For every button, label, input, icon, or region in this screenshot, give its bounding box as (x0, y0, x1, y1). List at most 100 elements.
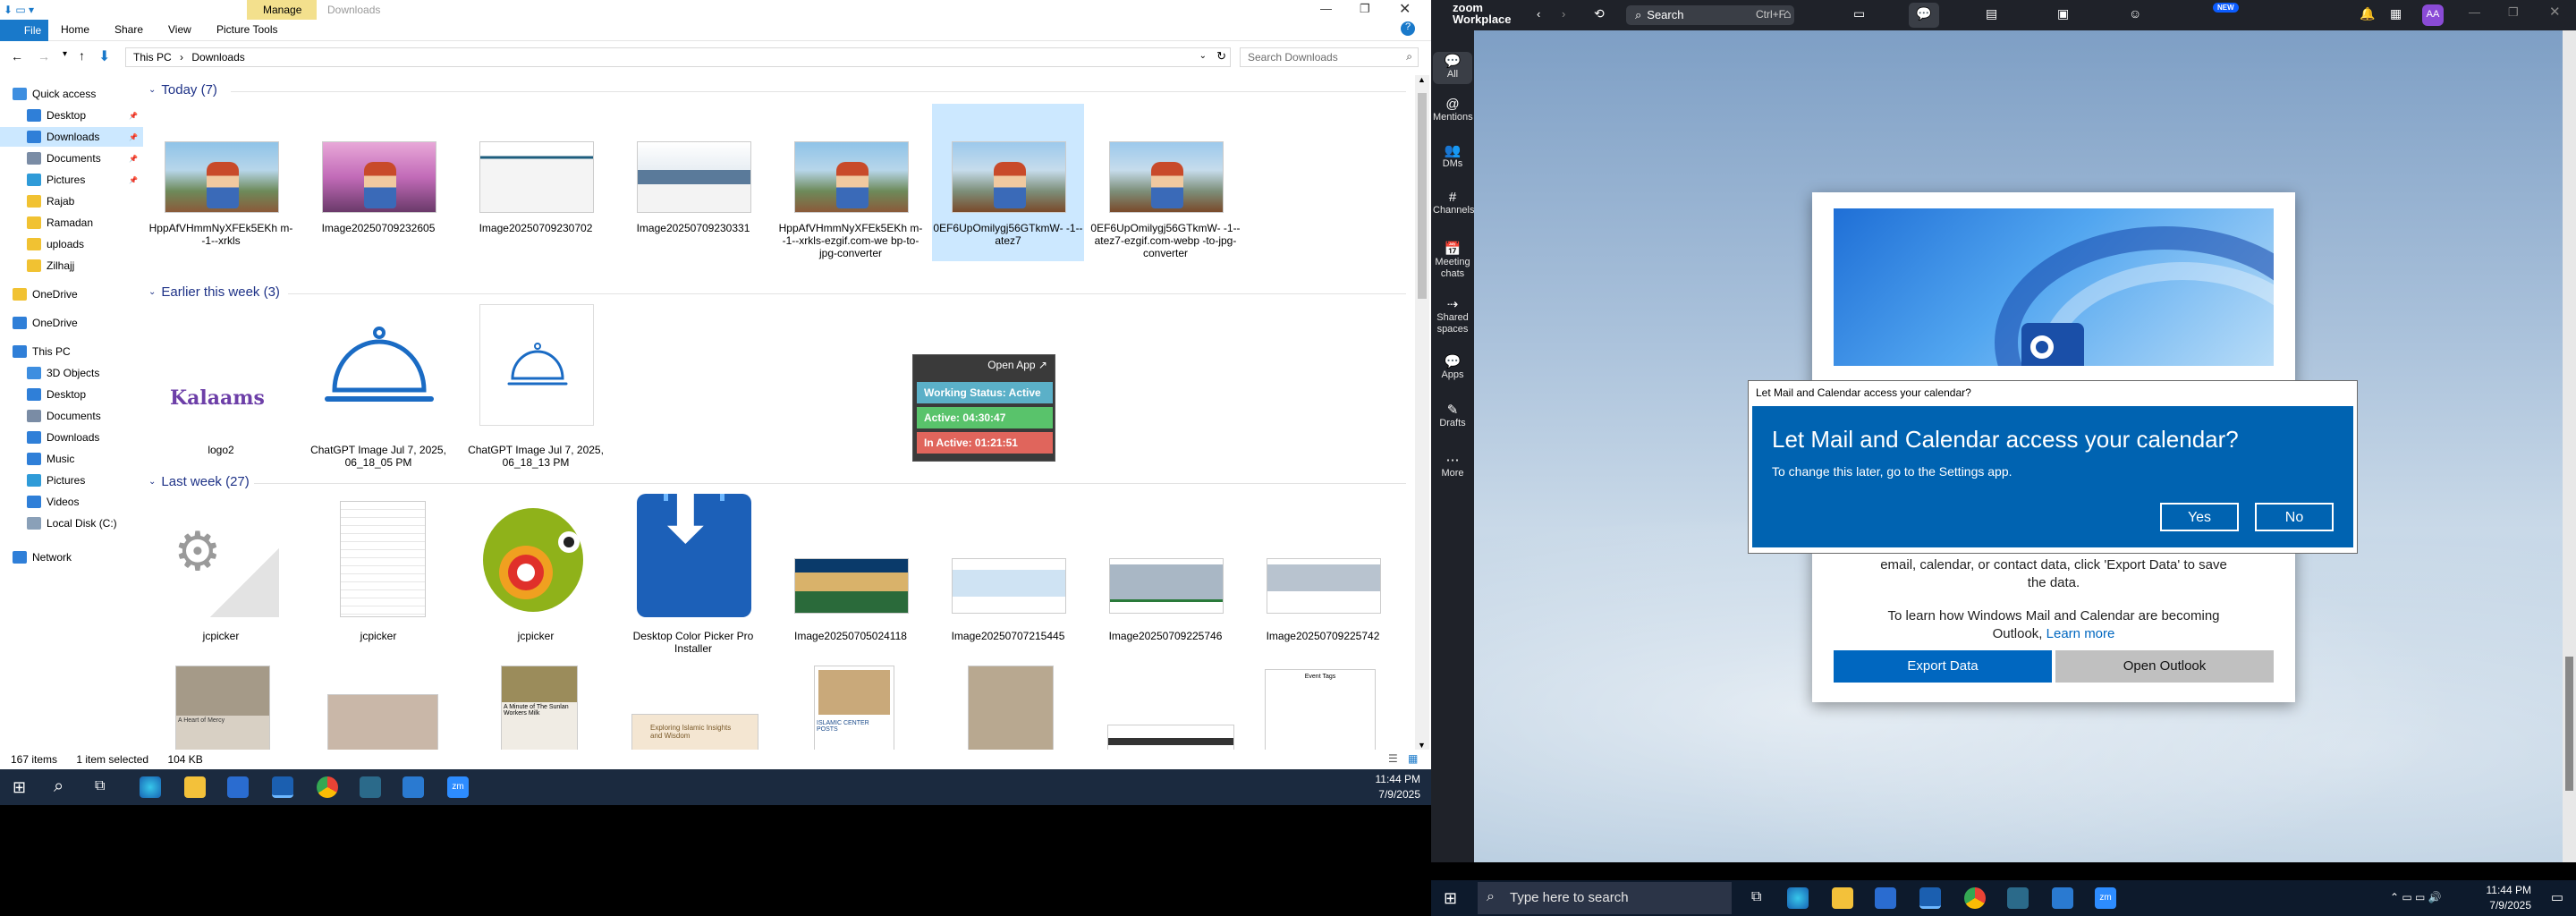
nav-item[interactable]: Documents (0, 406, 143, 426)
close-icon[interactable]: ✕ (2549, 4, 2561, 20)
history-icon[interactable]: ⟲ (1594, 6, 1605, 21)
up-arrow-icon[interactable]: ↑ (79, 48, 85, 63)
address-bar[interactable]: This PC › Downloads ⌄ ↻ (125, 47, 1231, 67)
file-item[interactable]: ⚙ jcpicker (145, 494, 297, 655)
minimize-icon[interactable]: — (1320, 2, 1332, 15)
zoom-icon[interactable]: zm (447, 776, 469, 798)
partial-thumbnail[interactable] (968, 666, 1054, 750)
partial-thumbnail[interactable] (327, 694, 438, 750)
scroll-up-icon[interactable]: ▲ (1418, 75, 1426, 84)
nav-item[interactable]: Music (0, 449, 143, 469)
file-item[interactable]: HppAfVHmmNyXFEk5EKh m--1--xrkls-ezgif.co… (775, 104, 927, 261)
recent-locations-icon[interactable]: ▾ (63, 49, 67, 59)
back-arrow-icon[interactable]: ‹ (1537, 7, 1540, 21)
search-input[interactable]: Search Downloads ⌕ (1240, 47, 1419, 67)
nav-item[interactable]: Downloads 📌 (0, 127, 143, 147)
file-tab[interactable]: File (0, 20, 48, 41)
partial-thumbnail[interactable]: A Heart of Mercy (175, 666, 270, 750)
zoom-sidebar-item[interactable]: ⇢ Shared spaces (1433, 298, 1472, 335)
windows-start-icon[interactable]: ⊞ (13, 778, 26, 797)
clock[interactable]: 11:44 PM 7/9/2025 (1376, 772, 1420, 802)
calendar-icon[interactable]: ▦ (2390, 6, 2402, 21)
pin-icon[interactable]: 📌 (129, 155, 138, 163)
refresh-icon[interactable]: ↻ (1216, 49, 1226, 64)
mail-icon[interactable] (272, 776, 293, 798)
file-item[interactable]: Image20250709225746 (1089, 494, 1241, 655)
file-item[interactable]: Image20250709230702 (460, 104, 612, 261)
zoom-scrollbar[interactable] (2563, 30, 2576, 862)
scrollbar-thumb[interactable] (2565, 657, 2573, 791)
scroll-down-icon[interactable]: ▼ (1418, 741, 1426, 750)
edge-icon[interactable] (140, 776, 161, 798)
edge-icon[interactable] (1787, 887, 1809, 909)
forward-arrow-icon[interactable]: → (38, 49, 50, 64)
help-icon[interactable]: ? (1401, 21, 1415, 36)
nav-item[interactable]: Pictures (0, 471, 143, 490)
view-tab[interactable]: View (168, 23, 191, 36)
notifications-icon[interactable]: 🔔 (2360, 6, 2375, 21)
file-item[interactable]: Image20250707215445 (932, 494, 1084, 655)
app-icon[interactable] (2007, 887, 2029, 909)
nav-item[interactable]: OneDrive (0, 284, 143, 304)
scrollbar-thumb[interactable] (1418, 93, 1427, 299)
contacts-icon[interactable]: ☺ (2129, 6, 2141, 21)
nav-item[interactable]: Pictures 📌 (0, 170, 143, 190)
store-icon[interactable] (227, 776, 249, 798)
crumb-downloads[interactable]: Downloads (191, 51, 244, 64)
open-app-link[interactable]: Open App ↗ (913, 355, 1055, 375)
nav-item[interactable]: Documents 📌 (0, 148, 143, 168)
nav-item[interactable]: 3D Objects (0, 363, 143, 383)
file-item[interactable]: HppAfVHmmNyXFEk5EKh m--1--xrkls (145, 104, 297, 261)
nav-item[interactable]: Desktop (0, 385, 143, 404)
clock[interactable]: 11:44 PM 7/9/2025 (2487, 883, 2531, 913)
chrome-icon[interactable] (1964, 887, 1986, 909)
zoom-sidebar-item[interactable]: @ Mentions (1433, 98, 1473, 123)
app-icon[interactable] (360, 776, 381, 798)
partial-thumbnail[interactable]: Exploring Islamic Insights and Wisdom (631, 714, 758, 750)
group-header-last-week[interactable]: ⌄ Last week (27) (148, 474, 250, 489)
file-item[interactable]: 0EF6UpOmilygj56GTkmW- -1--atez7-ezgif.co… (1089, 104, 1241, 261)
home-icon[interactable]: ⌂ (1784, 6, 1791, 21)
export-data-button[interactable]: Export Data (1834, 650, 2052, 683)
nav-item[interactable]: Quick access (0, 84, 143, 104)
zoom-sidebar-item[interactable]: ⋯ More (1433, 454, 1472, 479)
file-explorer-icon[interactable] (1832, 887, 1853, 909)
zoom-sidebar-item[interactable]: 💬 All (1433, 52, 1472, 84)
large-icons-view-icon[interactable]: ▦ (1408, 752, 1418, 765)
nav-item[interactable]: Network (0, 547, 143, 567)
notification-center-icon[interactable]: ▭ (2551, 889, 2563, 905)
zoom-sidebar-item[interactable]: 📅 Meeting chats (1433, 242, 1472, 280)
nav-item[interactable]: Ramadan (0, 213, 143, 233)
avatar[interactable]: AA (2422, 4, 2444, 26)
search-icon[interactable]: ⌕ (1406, 50, 1412, 64)
nav-item[interactable]: Local Disk (C:) (0, 513, 143, 533)
file-item[interactable]: jcpicker (302, 494, 454, 655)
search-icon[interactable]: ⌕ (54, 776, 64, 797)
zoom-sidebar-item[interactable]: 💬 Apps (1433, 355, 1472, 381)
pin-icon[interactable]: 📌 (129, 112, 138, 120)
nav-item[interactable]: Desktop 📌 (0, 106, 143, 125)
no-button[interactable]: No (2255, 503, 2334, 531)
yes-button[interactable]: Yes (2160, 503, 2239, 531)
nav-item[interactable]: Downloads (0, 428, 143, 447)
close-icon[interactable]: ✕ (1399, 0, 1411, 18)
file-item[interactable]: ⬇ Desktop Color Picker Pro Installer (617, 494, 769, 655)
file-explorer-icon[interactable] (184, 776, 206, 798)
file-item[interactable]: Image20250709232605 (302, 104, 454, 261)
minimize-icon[interactable]: — (2469, 5, 2480, 19)
pin-icon[interactable]: 📌 (129, 133, 138, 141)
details-view-icon[interactable]: ☰ (1388, 752, 1398, 765)
system-tray-icons[interactable]: ⌃ ▭ ▭ 🔊 (2390, 891, 2442, 903)
zoom-sidebar-item[interactable]: 👥 DMs (1433, 144, 1472, 170)
task-view-icon[interactable]: ⧉ (1751, 889, 1761, 905)
partial-thumbnail[interactable] (1107, 725, 1234, 750)
task-view-icon[interactable]: ⧉ (95, 778, 105, 794)
zoom-sidebar-item[interactable]: ✎ Drafts (1433, 403, 1472, 429)
forward-arrow-icon[interactable]: › (1562, 7, 1565, 21)
windows-start-icon[interactable]: ⊞ (1444, 889, 1457, 908)
partial-thumbnail[interactable]: ISLAMIC CENTER POSTS (814, 666, 894, 750)
file-item[interactable]: 0EF6UpOmilygj56GTkmW- -1--atez7 (932, 104, 1084, 261)
maximize-icon[interactable]: ❐ (1360, 2, 1370, 16)
back-arrow-icon[interactable]: ← (11, 49, 23, 64)
vscode-icon[interactable] (402, 776, 424, 798)
